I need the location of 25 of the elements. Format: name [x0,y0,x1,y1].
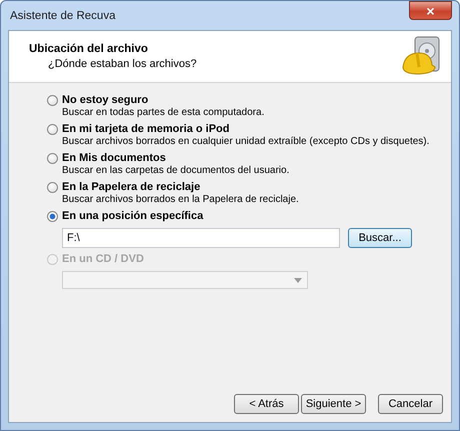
wizard-button[interactable]: < Atrás [234,394,299,414]
option-description: Buscar archivos borrados en cualquier unidad extraíble (excepto CDs y disquetes). [61,136,430,147]
header-subtitle: ¿Dónde estaban los archivos? [47,58,197,70]
option-label: No estoy seguro [62,94,148,106]
caret-icon [294,278,302,283]
radio-button[interactable] [47,182,58,192]
radio-button[interactable] [47,210,58,222]
option-label: En un CD / DVD [62,253,144,265]
wizard-button[interactable]: Cancelar [378,394,443,414]
browse-button[interactable]: Buscar... [348,228,412,248]
radio-button[interactable] [47,94,58,106]
wizard-button[interactable]: Siguiente > [301,394,366,414]
option-description: Buscar en todas partes de esta computadora. [61,107,266,118]
window-title: Asistente de Recuva [9,10,116,22]
radio-button[interactable] [47,152,58,164]
path-field[interactable]: F:\ [62,228,340,248]
option-description: Buscar archivos borrados en la Papelera de reciclaje. [61,194,300,205]
option-label: En mi tarjeta de memoria o iPod [62,123,230,135]
option-label: En Mis documentos [62,152,166,164]
radio-button[interactable] [47,124,58,134]
option-label: En una posición específica [62,210,204,222]
option-description: Buscar en las carpetas de documentos del usuario. [61,165,290,176]
option-label: En la Papelera de reciclaje [62,181,200,193]
close-button[interactable]: × [409,1,452,20]
header-title: Ubicación del archivo [29,43,149,55]
